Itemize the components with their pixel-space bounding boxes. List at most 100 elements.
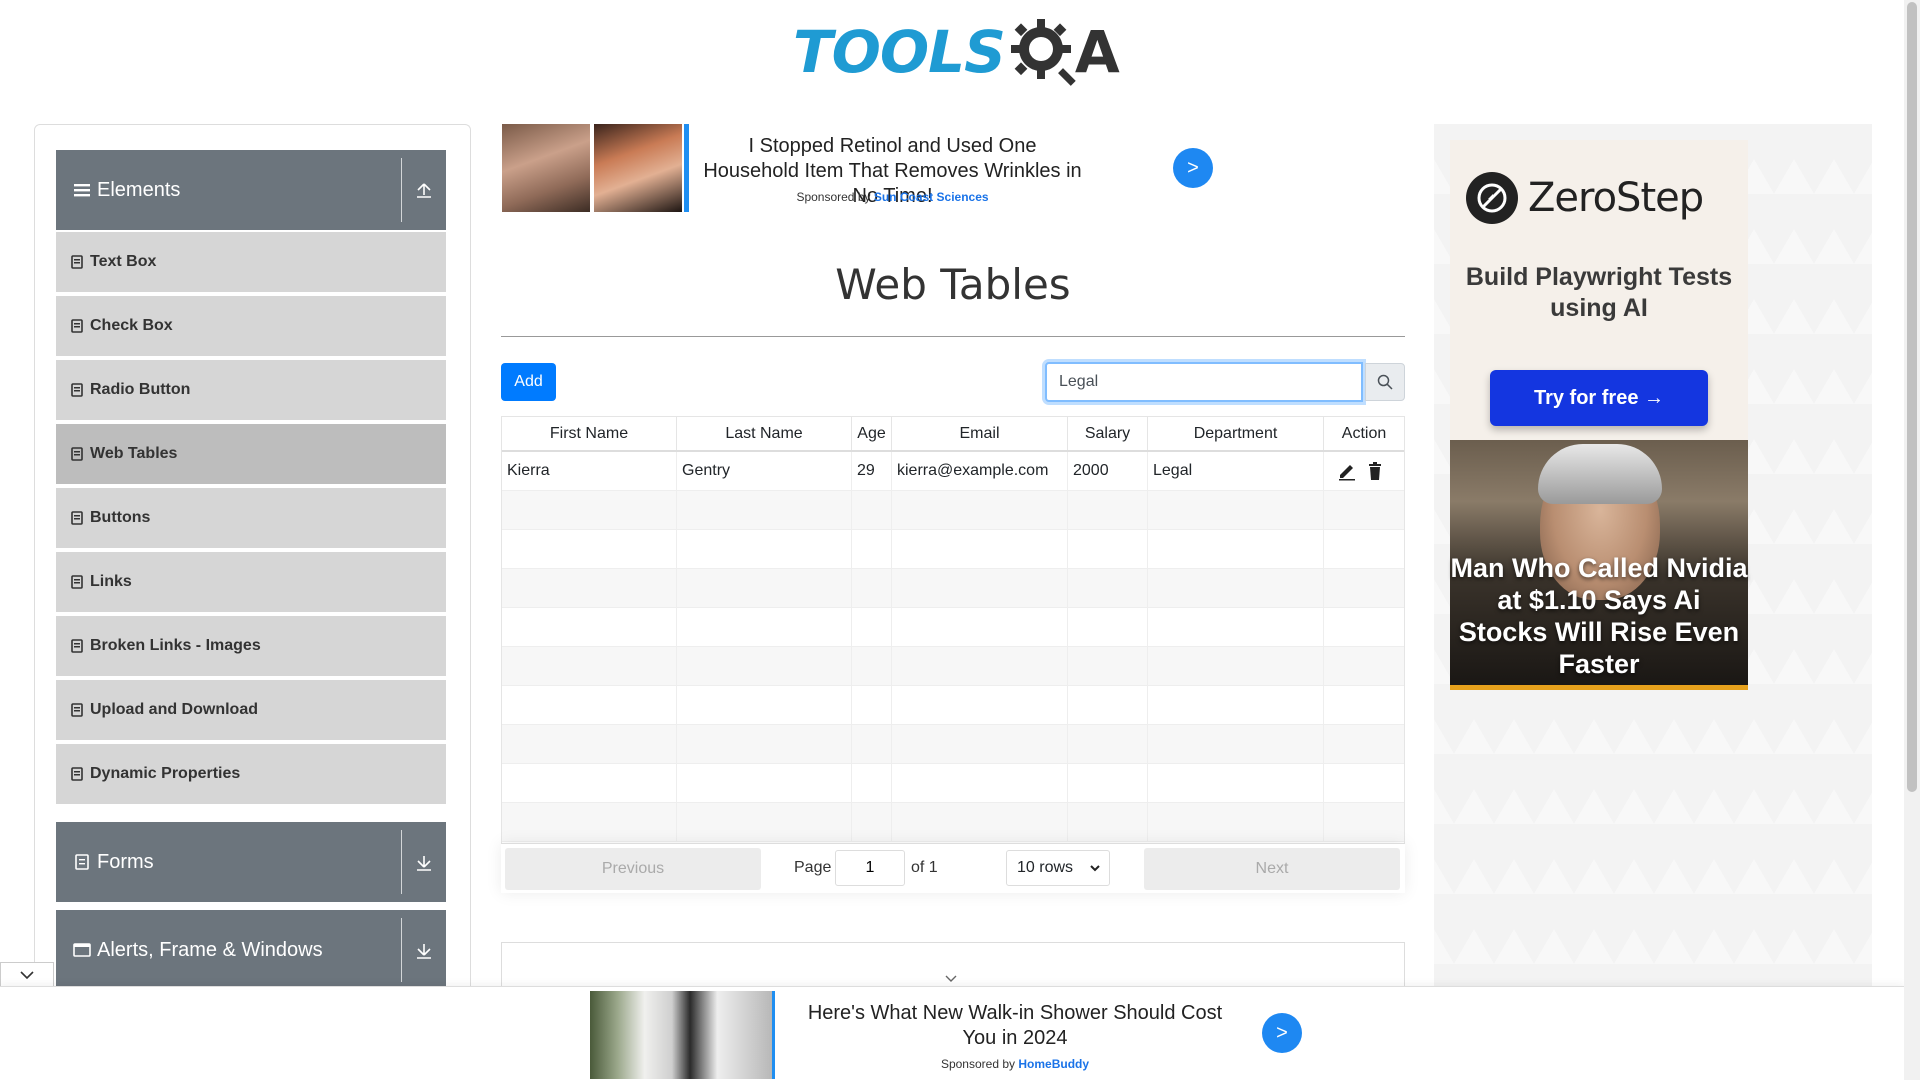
- sponsored-by-label: Sponsored by: [796, 190, 871, 204]
- sidebar-item-upload-download[interactable]: Upload and Download: [56, 678, 446, 740]
- nvidia-story-ad[interactable]: Man Who Called Nvidia at $1.10 Says Ai S…: [1450, 440, 1748, 690]
- collapse-icon[interactable]: [412, 178, 436, 202]
- sidebar-item-label: Check Box: [90, 317, 173, 334]
- ad-story-headline: Man Who Called Nvidia at $1.10 Says Ai S…: [1450, 553, 1748, 679]
- scrollbar-thumb[interactable]: [1907, 2, 1917, 792]
- menu-icon: [74, 184, 90, 197]
- sidebar-item-label: Text Box: [90, 253, 157, 270]
- ad-go-button[interactable]: >: [1262, 1013, 1302, 1053]
- page-number-input[interactable]: [835, 850, 905, 886]
- cell-first-name: Kierra: [502, 452, 677, 490]
- edit-icon[interactable]: [1337, 461, 1357, 481]
- column-header-department[interactable]: Department: [1148, 417, 1324, 450]
- table-row-empty: [502, 491, 1404, 530]
- sponsor-link[interactable]: Sun Coast Sciences: [874, 190, 989, 204]
- ad-banner-bottom[interactable]: Here's What New Walk-in Shower Should Co…: [0, 986, 1904, 1080]
- rows-per-page-value: 10 rows: [1017, 859, 1074, 876]
- table-row: Kierra Gentry 29 kierra@example.com 2000…: [502, 452, 1404, 491]
- cell-email: kierra@example.com: [892, 452, 1068, 490]
- rows-per-page-select[interactable]: 10 rows: [1006, 850, 1110, 886]
- group-label: Forms: [97, 850, 154, 873]
- item-icon: [71, 319, 83, 333]
- next-button[interactable]: Next: [1144, 848, 1400, 890]
- item-icon: [71, 447, 83, 461]
- ad-go-button[interactable]: >: [1173, 148, 1213, 188]
- group-header-forms[interactable]: Forms: [56, 822, 446, 902]
- cell-age: 29: [852, 452, 892, 490]
- sidebar-item-label: Web Tables: [90, 445, 178, 462]
- window-icon: [73, 943, 91, 957]
- table-header: First Name Last Name Age Email Salary De…: [502, 417, 1404, 452]
- sidebar-item-label: Dynamic Properties: [90, 765, 241, 782]
- table-row-empty: [502, 686, 1404, 725]
- column-header-salary[interactable]: Salary: [1068, 417, 1148, 450]
- column-header-age[interactable]: Age: [852, 417, 892, 450]
- search-input[interactable]: [1045, 362, 1363, 402]
- cell-last-name: Gentry: [677, 452, 852, 490]
- item-icon: [71, 767, 83, 781]
- ad-image: [502, 124, 590, 212]
- ad-headline[interactable]: Here's What New Walk-in Shower Should Co…: [790, 1001, 1240, 1051]
- sidebar-item-buttons[interactable]: Buttons: [56, 486, 446, 548]
- sidebar-item-broken-links[interactable]: Broken Links - Images: [56, 614, 446, 676]
- expand-icon[interactable]: [412, 938, 436, 962]
- web-table: First Name Last Name Age Email Salary De…: [501, 416, 1405, 893]
- ad-sponsor: Sponsored by HomeBuddy: [790, 1057, 1240, 1071]
- logo-suffix: A: [1074, 18, 1120, 86]
- table-row-empty: [502, 608, 1404, 647]
- divider: [501, 336, 1405, 337]
- sponsor-link[interactable]: HomeBuddy: [1018, 1057, 1089, 1071]
- sidebar-item-radio-button[interactable]: Radio Button: [56, 358, 446, 420]
- search-button[interactable]: [1365, 363, 1405, 401]
- item-icon: [71, 703, 83, 717]
- item-icon: [71, 255, 83, 269]
- table-row-empty: [502, 530, 1404, 569]
- form-icon: [75, 854, 89, 870]
- column-header-last-name[interactable]: Last Name: [677, 417, 852, 450]
- scroll-down-button[interactable]: [0, 962, 54, 988]
- sidebar-item-label: Broken Links - Images: [90, 637, 261, 654]
- ad-sidebar-right: ZeroStep Build Playwright Tests using AI…: [1434, 124, 1872, 1000]
- sidebar-item-label: Buttons: [90, 509, 151, 526]
- ad-image: [594, 124, 682, 212]
- try-for-free-button[interactable]: Try for free →: [1490, 370, 1708, 426]
- zerostep-logo: ZeroStep: [1466, 172, 1704, 224]
- cell-department: Legal: [1148, 452, 1324, 490]
- sidebar-item-text-box[interactable]: Text Box: [56, 230, 446, 292]
- column-header-email[interactable]: Email: [892, 417, 1068, 450]
- group-label: Alerts, Frame & Windows: [97, 938, 323, 961]
- chevron-down-icon[interactable]: [944, 973, 958, 985]
- left-panel: Elements Text Box Check Box Radio Button…: [34, 124, 471, 1000]
- ad-image: [590, 991, 772, 1079]
- sidebar-item-dynamic-properties[interactable]: Dynamic Properties: [56, 742, 446, 804]
- chevron-down-icon: [20, 971, 34, 980]
- add-record-button[interactable]: Add: [501, 363, 556, 401]
- sidebar-item-label: Radio Button: [90, 381, 191, 398]
- sidebar-item-check-box[interactable]: Check Box: [56, 294, 446, 356]
- pagination: Previous Page of 1 10 rows Next: [501, 843, 1405, 893]
- page-label: Page: [794, 859, 832, 876]
- ad-accent-bar: [772, 991, 775, 1079]
- group-header-alerts[interactable]: Alerts, Frame & Windows: [56, 910, 446, 990]
- search-icon: [1377, 374, 1393, 390]
- item-icon: [71, 575, 83, 589]
- sidebar-item-label: Links: [90, 573, 132, 590]
- delete-icon[interactable]: [1365, 461, 1385, 481]
- group-label: Elements: [97, 178, 181, 201]
- previous-button[interactable]: Previous: [505, 848, 761, 890]
- expand-icon[interactable]: [412, 850, 436, 874]
- ad-sponsor: Sponsored by Sun Coast Sciences: [700, 190, 1085, 204]
- toolsqa-logo[interactable]: TOOLS A: [793, 14, 1120, 90]
- sidebar-item-web-tables[interactable]: Web Tables: [56, 422, 446, 484]
- column-header-action: Action: [1341, 424, 1387, 442]
- group-header-elements[interactable]: Elements: [56, 150, 446, 230]
- column-header-first-name[interactable]: First Name: [502, 417, 677, 450]
- sidebar-item-links[interactable]: Links: [56, 550, 446, 612]
- cell-salary: 2000: [1068, 452, 1148, 490]
- zerostep-ad[interactable]: ZeroStep Build Playwright Tests using AI…: [1450, 140, 1748, 440]
- table-row-empty: [502, 764, 1404, 803]
- ad-banner-top[interactable]: I Stopped Retinol and Used One Household…: [502, 124, 1214, 212]
- page-scrollbar[interactable]: [1904, 0, 1920, 1080]
- page-total: of 1: [911, 859, 938, 876]
- ad-photo: [1538, 444, 1662, 504]
